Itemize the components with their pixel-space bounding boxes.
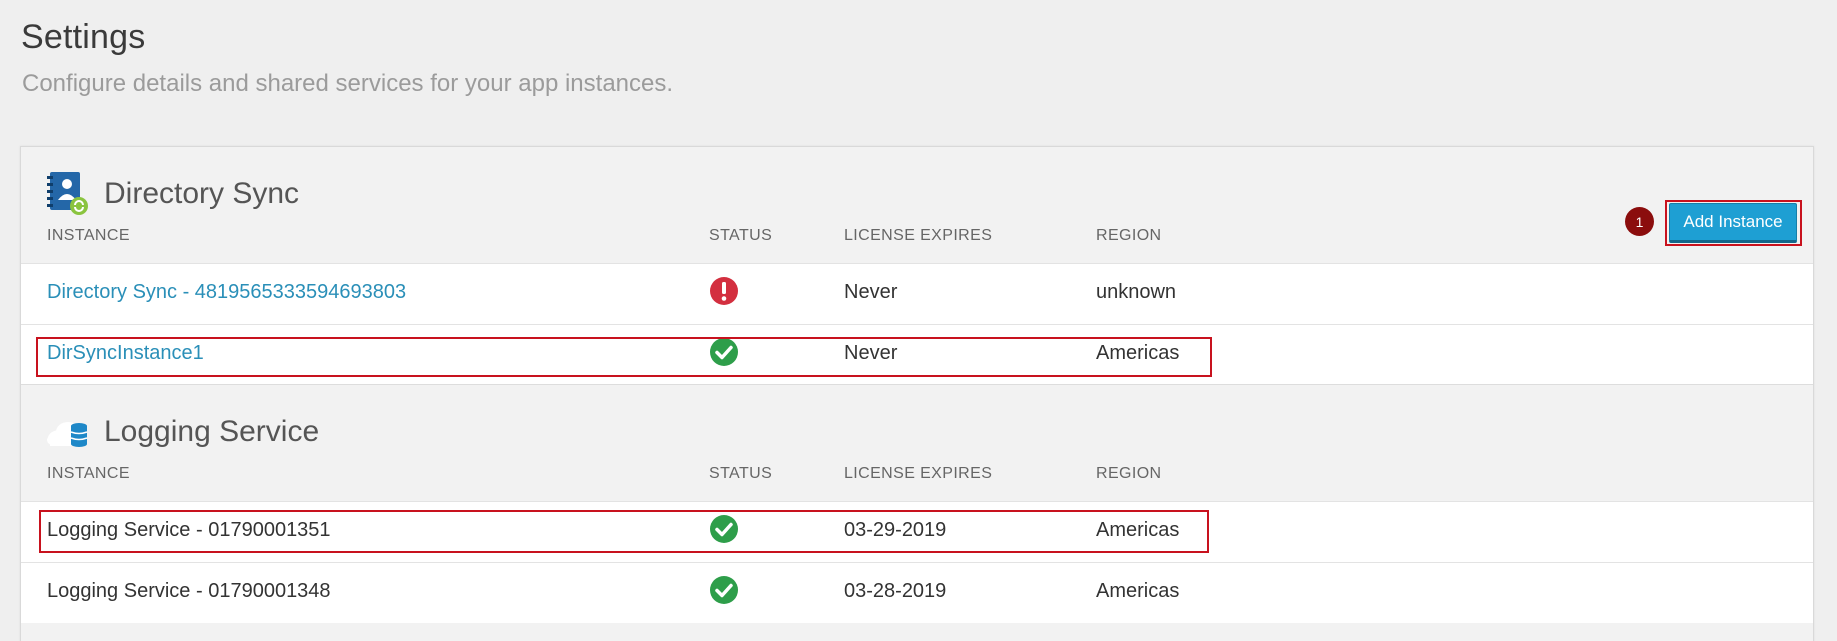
region-cell: Americas (1096, 580, 1180, 602)
row-highlight (36, 337, 1212, 377)
status-cell (709, 337, 739, 367)
table-row: DirSyncInstance1 Never Americas (21, 324, 1813, 385)
column-header-region: REGION (1096, 465, 1162, 482)
region-cell: unknown (1096, 281, 1177, 303)
region-cell: Americas (1096, 342, 1180, 364)
instance-link[interactable]: DirSyncInstance1 (47, 342, 204, 365)
region-cell: Americas (1096, 519, 1180, 541)
column-header-license-expires: LICENSE EXPIRES (844, 465, 993, 482)
logging-service-rows: Logging Service - 01790001351 03-29-2019… (21, 501, 1813, 623)
table-row: Directory Sync - 4819565333594693803 Nev… (21, 263, 1813, 324)
check-circle-icon (709, 575, 739, 605)
column-header-license-expires: LICENSE EXPIRES (844, 227, 993, 244)
check-circle-icon (709, 514, 739, 544)
page-subtitle: Configure details and shared services fo… (22, 70, 674, 97)
logging-service-header: Logging Service (46, 407, 319, 457)
license-expires-cell: Never (844, 342, 898, 364)
check-circle-icon (709, 337, 739, 367)
directory-sync-column-headers: INSTANCE STATUS LICENSE EXPIRES REGION (21, 227, 1813, 257)
status-cell (709, 514, 739, 544)
table-row: Logging Service - 01790001348 03-28-2019… (21, 562, 1813, 623)
logging-service-column-headers: INSTANCE STATUS LICENSE EXPIRES REGION (21, 465, 1813, 495)
status-cell (709, 575, 739, 605)
license-expires-cell: 03-28-2019 (844, 580, 947, 602)
column-header-status: STATUS (709, 227, 773, 244)
instance-name: Logging Service - 01790001351 (47, 519, 331, 541)
logging-service-icon (46, 408, 90, 456)
settings-page: Settings Configure details and shared se… (0, 0, 1837, 641)
column-header-status: STATUS (709, 465, 773, 482)
directory-sync-title: Directory Sync (104, 177, 300, 210)
settings-card: Directory Sync 1 Add Instance INSTANCE S… (20, 146, 1814, 641)
column-header-instance: INSTANCE (47, 227, 130, 244)
license-expires-cell: Never (844, 281, 898, 303)
directory-sync-section: Directory Sync 1 Add Instance INSTANCE S… (21, 147, 1813, 385)
instance-link[interactable]: Directory Sync - 4819565333594693803 (47, 281, 406, 304)
page-title: Settings (21, 18, 146, 56)
directory-sync-header: Directory Sync (46, 169, 299, 219)
column-header-region: REGION (1096, 227, 1162, 244)
logging-service-section: Logging Service INSTANCE STATUS LICENSE … (21, 384, 1813, 641)
status-cell (709, 276, 739, 306)
directory-sync-rows: Directory Sync - 4819565333594693803 Nev… (21, 263, 1813, 385)
logging-service-title: Logging Service (104, 415, 320, 448)
error-icon (709, 276, 739, 306)
instance-name: Logging Service - 01790001348 (47, 580, 331, 602)
directory-sync-icon (46, 170, 90, 218)
column-header-instance: INSTANCE (47, 465, 130, 482)
license-expires-cell: 03-29-2019 (844, 519, 947, 541)
table-row: Logging Service - 01790001351 03-29-2019… (21, 501, 1813, 562)
